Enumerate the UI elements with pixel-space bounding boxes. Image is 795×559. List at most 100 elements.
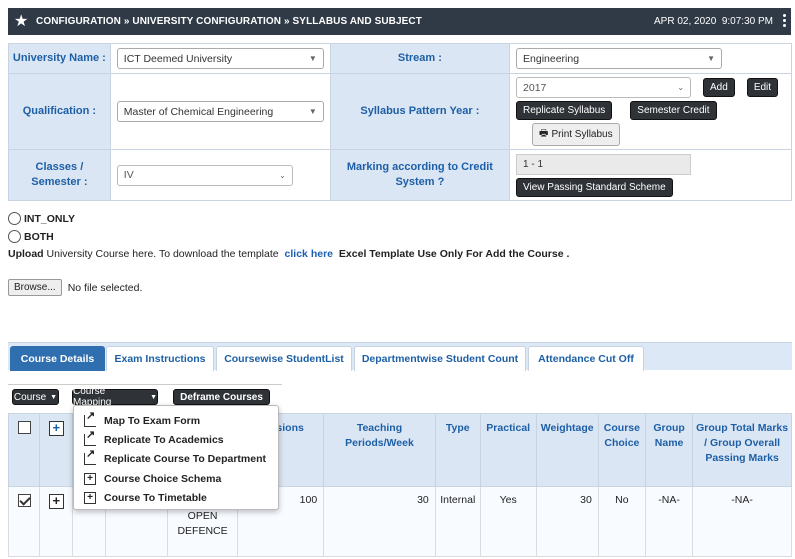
practical-cell: Yes — [479, 486, 537, 557]
menu-item-map-to-exam-form[interactable]: Map To Exam Form — [74, 409, 278, 430]
course-mapping-menu: Map To Exam Form Replicate To Academics … — [73, 405, 279, 510]
menu-item-label: Map To Exam Form — [104, 414, 201, 427]
menu-item-replicate-to-academics[interactable]: Replicate To Academics — [74, 428, 278, 449]
qualification-value: Master of Chemical Engineering — [123, 105, 274, 118]
tab-exam-instructions[interactable]: Exam Instructions — [106, 346, 214, 371]
column-header-teaching-periods: Teaching Periods/Week — [323, 413, 436, 487]
column-header-type: Type — [434, 413, 481, 487]
plus-square-icon: + — [84, 472, 96, 485]
university-label: University Name : — [8, 43, 111, 74]
teaching-periods-cell: 30 — [323, 486, 436, 557]
expand-all-icon[interactable]: + — [48, 421, 64, 436]
stream-value: Engineering — [523, 52, 580, 65]
edit-button[interactable]: Edit — [746, 78, 779, 97]
view-passing-scheme-button[interactable]: View Passing Standard Scheme — [516, 177, 673, 197]
classes-label: Classes / Semester : — [8, 149, 111, 201]
upload-text: University Course here. To download the … — [46, 248, 279, 260]
share-icon — [84, 409, 96, 427]
caret-down-icon: ▼ — [50, 393, 58, 401]
current-time: 9:07:30 PM — [721, 16, 773, 27]
plus-square-icon: + — [84, 491, 96, 504]
deframe-courses-button[interactable]: Deframe Courses — [173, 389, 270, 405]
expand-all-header: + — [39, 413, 74, 487]
upload-word: Upload — [8, 248, 44, 260]
share-icon — [84, 428, 96, 446]
menu-item-course-to-timetable[interactable]: + Course To Timetable — [74, 488, 278, 507]
column-header-practical: Practical — [479, 413, 537, 487]
stream-label: Stream : — [329, 43, 511, 74]
menu-item-label: Replicate To Academics — [104, 433, 224, 446]
template-download-link[interactable]: click here — [285, 248, 333, 260]
pattern-year-select[interactable]: 2017 ⌄ — [516, 77, 692, 98]
dropdown-arrow-icon: ▼ — [308, 107, 317, 116]
semester-select[interactable]: IV ⌄ — [116, 164, 293, 186]
syllabus-form: University Name : ICT Deemed University ▼… — [8, 43, 792, 201]
pattern-year-value: 2017 — [523, 81, 547, 94]
printer-icon: 🖶 — [539, 128, 549, 139]
file-picker: Browse... No file selected. — [8, 279, 142, 296]
marking-value-field: 1 - 1 — [516, 153, 692, 175]
university-value: ICT Deemed University — [123, 52, 233, 65]
type-cell: Internal — [434, 486, 481, 557]
column-header-group-name: Group Name — [644, 413, 694, 487]
breadcrumb: CONFIGURATION » UNIVERSITY CONFIGURATION… — [36, 16, 422, 27]
radio-label: INT_ONLY — [24, 212, 75, 225]
menu-item-course-choice-schema[interactable]: + Course Choice Schema — [74, 469, 278, 488]
menu-item-label: Course Choice Schema — [104, 472, 222, 485]
row-expand-icon[interactable]: + — [48, 494, 64, 509]
stream-select[interactable]: Engineering ▼ — [516, 48, 723, 69]
qualification-select[interactable]: Master of Chemical Engineering ▼ — [116, 101, 324, 122]
tab-departmentwise-student-count[interactable]: Departmentwise Student Count — [354, 346, 526, 371]
course-button-label: Course — [13, 391, 47, 403]
course-mapping-button[interactable]: Course Mapping ▼ — [72, 386, 158, 408]
dropdown-arrow-icon: ▼ — [308, 54, 317, 63]
semester-credit-button[interactable]: Semester Credit — [630, 101, 717, 120]
upload-instructions: Upload University Course here. To downlo… — [8, 248, 569, 260]
group-name-cell: -NA- — [644, 486, 694, 557]
page-header: ★ CONFIGURATION » UNIVERSITY CONFIGURATI… — [8, 8, 791, 35]
group-total-cell: -NA- — [692, 486, 792, 557]
star-icon[interactable]: ★ — [14, 13, 34, 30]
select-all-header — [7, 413, 41, 487]
chevron-down-icon: ⌄ — [279, 170, 286, 180]
university-select[interactable]: ICT Deemed University ▼ — [116, 48, 324, 69]
chevron-down-icon: ⌄ — [677, 83, 685, 92]
row-checkbox[interactable] — [17, 494, 31, 507]
file-status: No file selected. — [67, 281, 143, 294]
radio-label: BOTH — [24, 230, 54, 243]
column-header-weightage: Weightage — [535, 413, 599, 487]
tab-coursewise-studentlist[interactable]: Coursewise StudentList — [216, 346, 352, 371]
current-date: APR 02, 2020 — [654, 16, 717, 27]
print-syllabus-label: Print Syllabus — [551, 129, 613, 140]
browse-button[interactable]: Browse... — [8, 279, 62, 296]
upload-note: Excel Template Use Only For Add the Cour… — [338, 248, 570, 260]
share-icon — [84, 447, 96, 466]
menu-item-replicate-course-to-department[interactable]: Replicate Course To Department — [74, 447, 278, 469]
course-choice-cell: No — [597, 486, 647, 557]
tab-bar: Course Details Exam Instructions Coursew… — [8, 342, 792, 371]
caret-down-icon: ▼ — [150, 393, 157, 401]
pattern-label: Syllabus Pattern Year : — [329, 73, 511, 150]
add-button[interactable]: Add — [703, 78, 735, 97]
toolbar-divider — [8, 384, 282, 385]
radio-both[interactable]: BOTH — [8, 230, 54, 243]
tab-course-details[interactable]: Course Details — [10, 346, 105, 371]
select-all-checkbox[interactable] — [17, 421, 31, 434]
semester-value: IV — [123, 169, 134, 181]
radio-circle[interactable] — [8, 230, 21, 243]
replicate-syllabus-button[interactable]: Replicate Syllabus — [516, 101, 613, 120]
qualification-label: Qualification : — [8, 73, 111, 150]
dropdown-arrow-icon: ▼ — [707, 54, 716, 63]
column-header-group-total: Group Total Marks / Group Overall Passin… — [692, 413, 792, 487]
more-menu-icon[interactable] — [781, 13, 787, 30]
tab-attendance-cut-off[interactable]: Attendance Cut Off — [528, 346, 644, 371]
column-header-course-choice: Course Choice — [597, 413, 647, 487]
weightage-cell: 30 — [535, 486, 599, 557]
course-dropdown-button[interactable]: Course ▼ — [12, 389, 59, 405]
marking-label: Marking according to Credit System ? — [329, 149, 511, 201]
menu-item-label: Course To Timetable — [104, 491, 207, 504]
radio-circle[interactable] — [8, 212, 21, 225]
radio-int-only[interactable]: INT_ONLY — [8, 212, 75, 225]
print-syllabus-button[interactable]: 🖶 Print Syllabus — [532, 123, 620, 146]
datetime-display: APR 02, 2020 9:07:30 PM — [654, 16, 773, 27]
